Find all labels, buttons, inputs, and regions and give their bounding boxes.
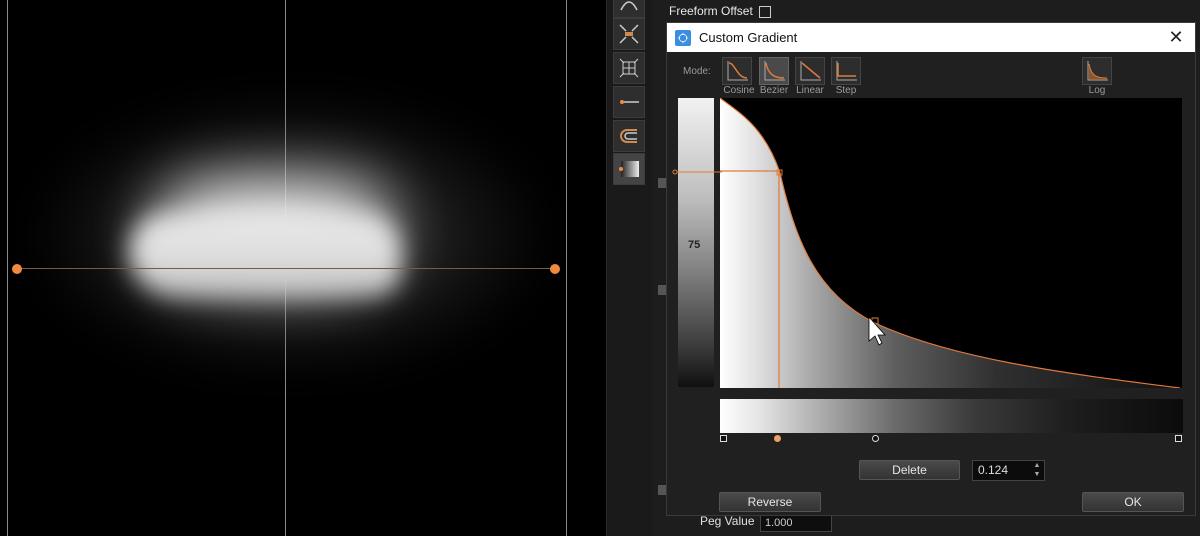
- tool-warp-button[interactable]: [613, 0, 645, 18]
- gradient-preview-bar[interactable]: [720, 399, 1183, 433]
- viewport-border-left: [7, 0, 8, 536]
- scale-arrows-icon: [619, 24, 639, 44]
- guide-extension: [672, 169, 722, 175]
- peg-value-field[interactable]: 1.000: [760, 514, 832, 532]
- cosine-icon: [727, 61, 748, 81]
- tool-custom-gradient-button[interactable]: [613, 153, 645, 185]
- mode-linear-button[interactable]: [795, 57, 825, 85]
- viewport-canvas[interactable]: [0, 0, 606, 536]
- warp-icon: [620, 1, 638, 11]
- gradient-stop-selected[interactable]: [774, 435, 781, 442]
- mode-step-label: Step: [835, 85, 857, 96]
- freeform-offset-checkbox[interactable]: [759, 6, 771, 18]
- mode-bezier-label: Bezier: [759, 85, 789, 96]
- tool-scale-button[interactable]: [613, 18, 645, 50]
- gradient-stop[interactable]: [872, 435, 879, 442]
- mode-linear-label: Linear: [796, 85, 824, 96]
- custom-gradient-icon: [619, 161, 639, 177]
- tool-line-button[interactable]: [613, 86, 645, 118]
- linear-gradient-icon: [620, 100, 639, 104]
- gradient-stop-start[interactable]: [720, 435, 727, 442]
- linear-icon: [800, 61, 821, 81]
- mode-step-button[interactable]: [831, 57, 861, 85]
- gradient-end-handle[interactable]: [550, 264, 560, 274]
- mode-cosine-button[interactable]: [722, 57, 752, 85]
- panel-marker: [658, 485, 666, 495]
- tool-transform-button[interactable]: [613, 52, 645, 84]
- value-spinner-icon[interactable]: ▲ ▼: [1031, 461, 1043, 479]
- glow-core: [130, 215, 400, 295]
- mode-cosine-label: Cosine: [723, 85, 755, 96]
- ok-button[interactable]: OK: [1082, 492, 1184, 512]
- log-label: Log: [1088, 85, 1106, 96]
- bezier-icon: [764, 61, 785, 81]
- panel-marker: [658, 178, 666, 188]
- peg-value-label: Peg Value: [700, 514, 755, 528]
- viewport-border-right: [566, 0, 567, 536]
- tool-strip: [606, 0, 652, 536]
- gradient-handle-line: [17, 268, 555, 269]
- app-icon: [675, 29, 691, 46]
- mode-bezier-button[interactable]: [759, 57, 789, 85]
- close-icon[interactable]: ✕: [1167, 28, 1185, 46]
- gradient-start-handle[interactable]: [12, 264, 22, 274]
- reverse-button[interactable]: Reverse: [719, 492, 821, 512]
- tool-arc-button[interactable]: [613, 120, 645, 152]
- delete-button[interactable]: Delete: [859, 460, 960, 480]
- step-icon: [836, 61, 857, 81]
- dialog-titlebar[interactable]: Custom Gradient ✕: [667, 23, 1195, 52]
- curve-fill: [720, 98, 1180, 388]
- curve-editor[interactable]: [720, 98, 1182, 388]
- freeform-offset-label: Freeform Offset: [669, 4, 753, 18]
- slider-value-label: 75: [688, 239, 701, 251]
- panel-marker: [658, 285, 666, 295]
- arc-gradient-icon: [620, 129, 637, 143]
- mode-label: Mode:: [683, 66, 711, 77]
- log-button[interactable]: [1082, 57, 1112, 85]
- transform-grid-icon: [619, 58, 639, 78]
- log-icon: [1087, 61, 1108, 81]
- custom-gradient-dialog: Custom Gradient ✕ Mode: Cosine Bezier Li…: [666, 22, 1196, 516]
- dialog-title: Custom Gradient: [699, 30, 798, 45]
- gradient-stop-end[interactable]: [1175, 435, 1182, 442]
